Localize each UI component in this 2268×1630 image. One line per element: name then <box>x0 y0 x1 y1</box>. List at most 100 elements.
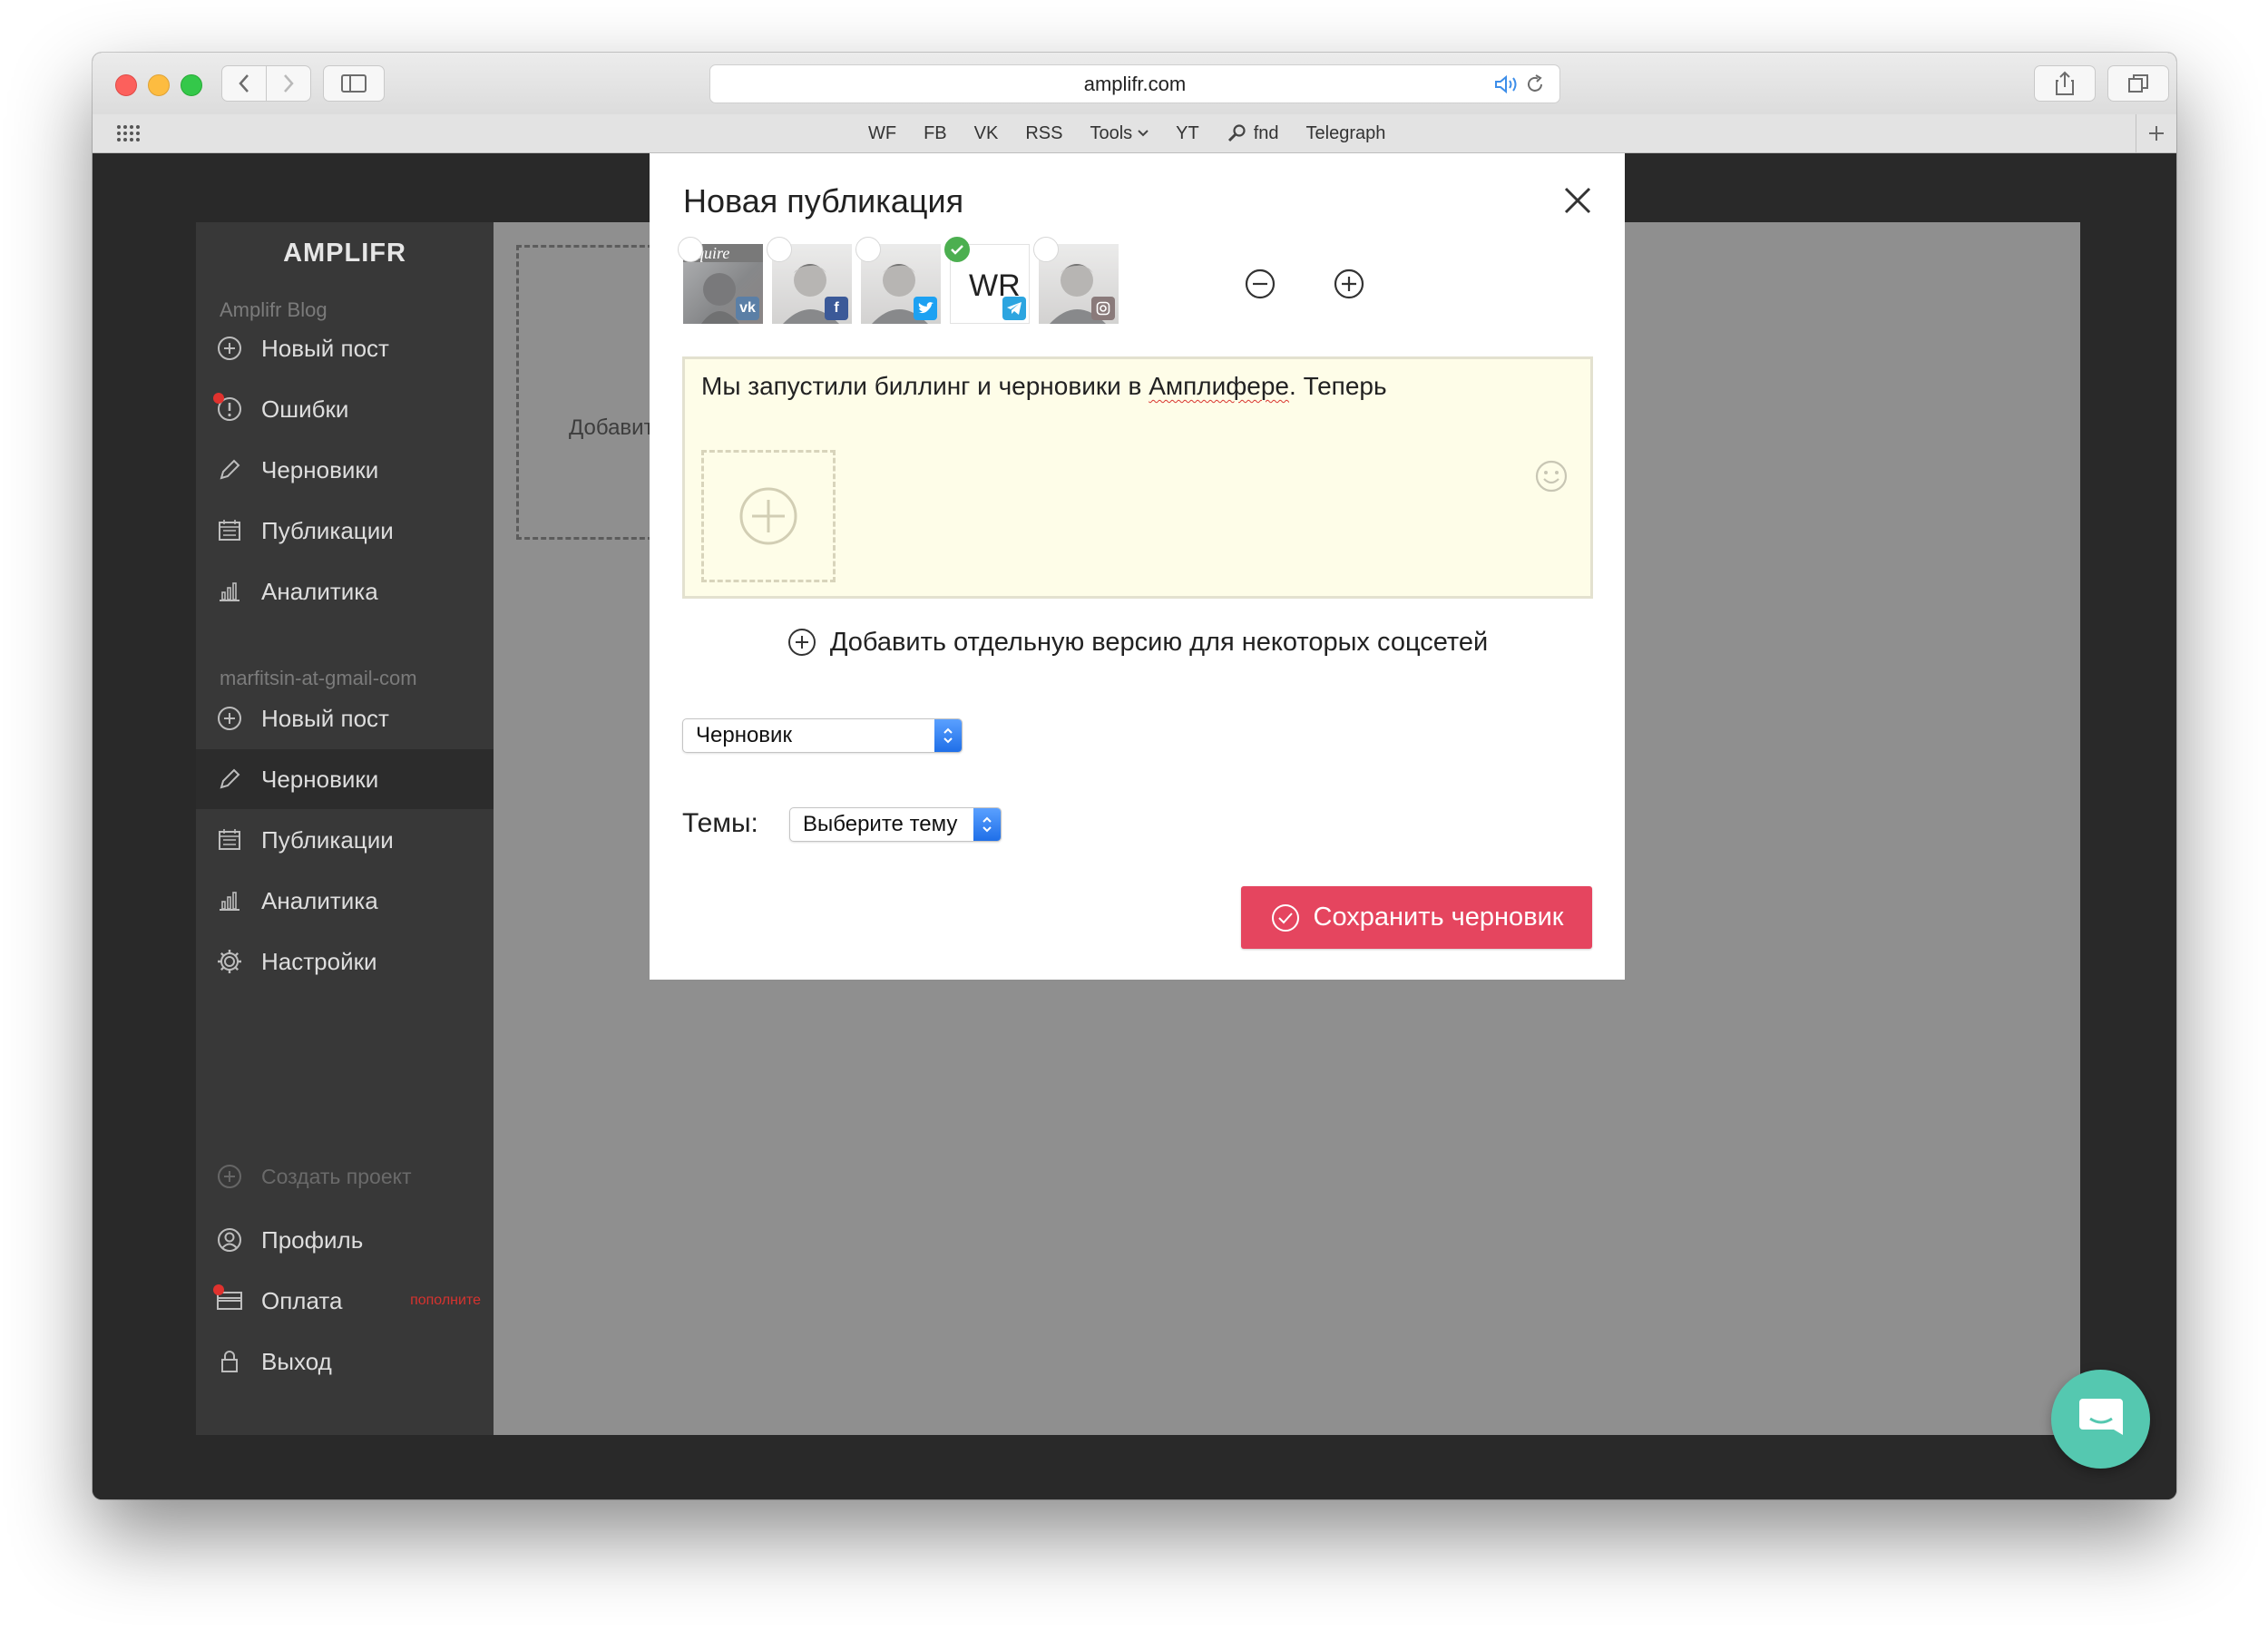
chevron-left-icon <box>239 74 249 93</box>
instagram-icon <box>1091 297 1115 320</box>
sidebar-item-label: Черновики <box>261 455 379 483</box>
sidebar-item-analytics[interactable]: Аналитика <box>196 871 494 931</box>
account-telegram[interactable]: WR <box>944 237 1030 324</box>
twitter-icon <box>914 297 937 320</box>
add-network-version-link[interactable]: Добавить отдельную версию для некоторых … <box>650 627 1625 658</box>
account-facebook[interactable]: f <box>767 237 852 324</box>
sidebar-item-label: Новый пост <box>261 704 389 732</box>
close-window-button[interactable] <box>115 74 137 96</box>
forward-button[interactable] <box>266 65 311 102</box>
bookmark-wf[interactable]: WF <box>868 123 896 144</box>
add-version-label: Добавить отдельную версию для некоторых … <box>829 627 1489 657</box>
app-logo[interactable]: AMPLIFR <box>196 239 494 268</box>
sidebar-item-logout[interactable]: Выход <box>196 1332 494 1391</box>
sidebar-item-drafts[interactable]: Черновики <box>196 440 494 500</box>
telegram-icon <box>1002 297 1026 320</box>
sidebar-item-label: Создать проект <box>261 1164 412 1188</box>
share-button[interactable] <box>2034 65 2096 102</box>
background-drop-zone: Добавит <box>516 245 665 540</box>
alert-icon <box>213 393 243 423</box>
plus-circle-icon[interactable] <box>1333 268 1365 300</box>
pencil-icon <box>216 456 243 483</box>
credit-card-icon <box>213 1284 243 1314</box>
account-instagram[interactable] <box>1033 237 1119 324</box>
post-text-editor[interactable]: Мы запустили биллинг и черновики в Ампли… <box>682 356 1593 599</box>
tabs-overview-button[interactable] <box>2107 65 2169 102</box>
bookmark-fnd[interactable]: fnd <box>1227 123 1279 144</box>
sidebar: AMPLIFR Amplifr Blog Новый пост Ошибки Ч… <box>196 222 494 1435</box>
notification-dot <box>213 393 224 404</box>
chevron-down-icon <box>1138 130 1149 137</box>
payment-note[interactable]: пополните <box>410 1293 481 1309</box>
sidebar-item-label: Оплата <box>261 1286 343 1314</box>
bookmark-fb[interactable]: FB <box>924 123 947 144</box>
sidebar-item-errors[interactable]: Ошибки <box>196 379 494 439</box>
chevron-right-icon <box>284 74 294 93</box>
sidebar-item-settings[interactable]: Настройки <box>196 932 494 991</box>
status-select-value: Черновик <box>696 723 792 747</box>
sidebar-toggle-button[interactable] <box>323 65 385 102</box>
bookmarks-bar: WF FB VK RSS Tools YT fnd Telegraph <box>93 114 2176 153</box>
add-media-button[interactable] <box>701 450 836 582</box>
topic-select[interactable]: Выберите тему <box>789 807 1002 842</box>
plus-circle-icon <box>216 1163 243 1190</box>
sidebar-item-label: Выход <box>261 1347 332 1375</box>
reload-icon[interactable] <box>1525 74 1545 94</box>
sidebar-item-label: Новый пост <box>261 334 389 362</box>
save-draft-button[interactable]: Сохранить черновик <box>1241 886 1592 949</box>
speaker-icon[interactable] <box>1494 74 1520 94</box>
plus-circle-icon <box>216 705 243 732</box>
close-modal-button[interactable] <box>1559 182 1596 219</box>
account-twitter[interactable] <box>855 237 941 324</box>
tabs-icon <box>2128 74 2148 93</box>
new-tab-button[interactable] <box>2136 114 2176 152</box>
sidebar-item-payment[interactable]: Оплата пополните <box>196 1271 494 1331</box>
select-arrows-icon <box>934 719 962 752</box>
bookmark-yt[interactable]: YT <box>1176 123 1199 144</box>
gear-icon <box>216 948 243 975</box>
account-checkbox[interactable] <box>678 237 703 262</box>
sidebar-item-label: Аналитика <box>261 577 378 605</box>
bookmark-telegraph[interactable]: Telegraph <box>1306 123 1386 144</box>
zoom-window-button[interactable] <box>181 74 202 96</box>
magnifier-icon <box>1227 124 1246 142</box>
close-icon <box>1564 187 1591 214</box>
calendar-icon <box>216 826 243 854</box>
back-button[interactable] <box>221 65 267 102</box>
sidebar-item-publications[interactable]: Публикации <box>196 810 494 870</box>
page-viewport: AMPLIFR Amplifr Blog Новый пост Ошибки Ч… <box>93 153 2176 1499</box>
sidebar-item-publications[interactable]: Публикации <box>196 501 494 561</box>
plus-circle-icon <box>787 629 816 656</box>
bookmark-tools[interactable]: Tools <box>1090 123 1149 144</box>
sidebar-item-drafts-active[interactable]: Черновики <box>196 749 494 809</box>
account-vk[interactable]: quire vk <box>678 237 763 324</box>
modal-title: Новая публикация <box>683 182 964 220</box>
sidebar-item-label: Публикации <box>261 825 394 854</box>
account-checkbox[interactable] <box>1033 237 1059 262</box>
minimize-window-button[interactable] <box>148 74 170 96</box>
status-select[interactable]: Черновик <box>682 718 963 753</box>
address-bar[interactable]: amplifr.com <box>709 64 1560 103</box>
sidebar-item-new-post[interactable]: Новый пост <box>196 688 494 748</box>
minus-circle-icon[interactable] <box>1244 268 1276 300</box>
editor-text-after: . Теперь <box>1289 372 1387 400</box>
bookmark-rss[interactable]: RSS <box>1025 123 1062 144</box>
account-checkbox-checked[interactable] <box>944 237 970 262</box>
account-checkbox[interactable] <box>855 237 881 262</box>
bar-chart-icon <box>216 887 243 914</box>
support-chat-button[interactable] <box>2051 1370 2150 1469</box>
background-drop-text: Добавит <box>569 415 654 440</box>
account-checkbox[interactable] <box>767 237 792 262</box>
sidebar-item-new-post[interactable]: Новый пост <box>196 318 494 378</box>
checkmark-icon <box>951 245 963 255</box>
bar-chart-icon <box>216 578 243 605</box>
grid-icon[interactable] <box>116 124 140 142</box>
bookmark-vk[interactable]: VK <box>974 123 999 144</box>
sidebar-item-create-project[interactable]: Создать проект <box>196 1147 494 1206</box>
emoji-icon[interactable] <box>1534 459 1569 493</box>
topic-select-value: Выберите тему <box>803 812 958 836</box>
plus-circle-icon <box>216 335 243 362</box>
sidebar-item-analytics[interactable]: Аналитика <box>196 561 494 621</box>
sidebar-item-profile[interactable]: Профиль <box>196 1210 494 1270</box>
facebook-icon: f <box>825 297 848 320</box>
